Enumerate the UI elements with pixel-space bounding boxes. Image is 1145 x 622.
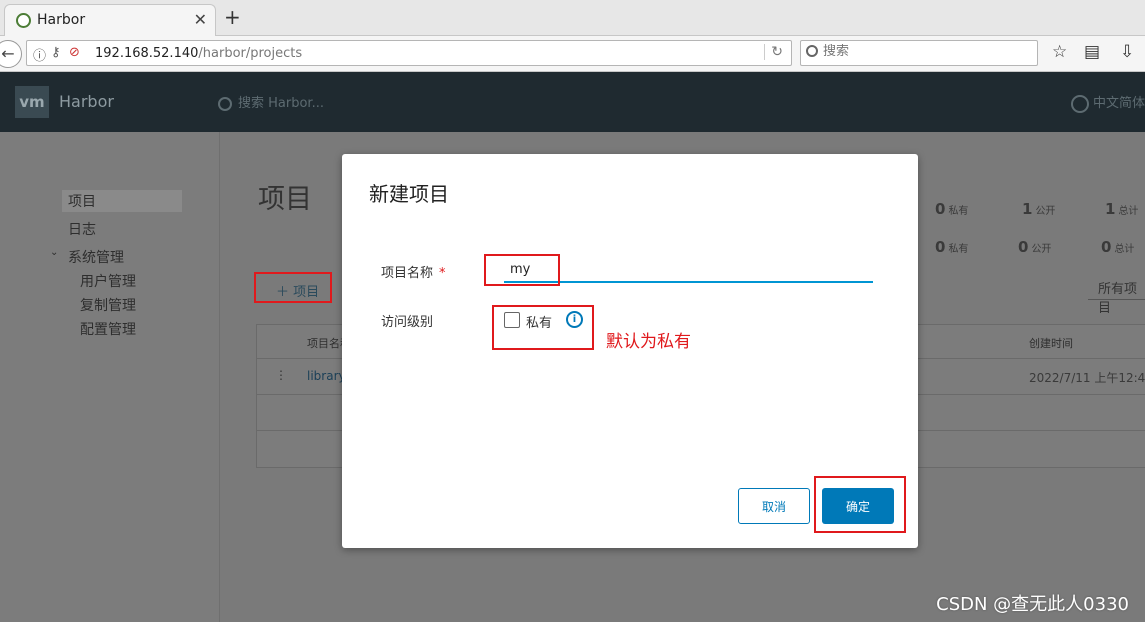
plus-icon: ＋ — [276, 285, 294, 300]
language-label: 中文简体 — [1092, 96, 1145, 111]
stat-label: 公开 — [1035, 206, 1056, 217]
key-icon[interactable]: ⚷ — [51, 45, 61, 60]
stat-total-1: 1 总计 — [1105, 200, 1138, 218]
add-project-button[interactable]: ＋ 项目 — [254, 272, 332, 303]
stat-count: 0 — [1101, 238, 1112, 256]
project-name-link[interactable]: library — [307, 369, 346, 383]
address-bar[interactable]: ⓘ ⚷ ⊘ 192.168.52.140/harbor/projects ↻ — [26, 40, 792, 66]
info-icon[interactable]: ⓘ — [33, 45, 46, 64]
harbor-search[interactable]: 搜索 Harbor... — [218, 92, 324, 111]
browser-tab-bar: Harbor ✕ + — [0, 0, 1145, 36]
sidebar-item-projects[interactable]: 项目 — [62, 190, 182, 212]
new-tab-button[interactable]: + — [224, 5, 241, 29]
column-header-created[interactable]: 创建时间 — [1029, 335, 1073, 351]
stat-public-1: 1 公开 — [1022, 200, 1055, 218]
stat-count: 0 — [935, 200, 946, 218]
sidebar-item-admin[interactable]: 系统管理 — [68, 247, 124, 267]
stat-public-2: 0 公开 — [1018, 238, 1051, 256]
sidebar-item-replication[interactable]: 复制管理 — [80, 295, 136, 315]
cancel-button[interactable]: 取消 — [738, 488, 810, 524]
project-filter-dropdown[interactable]: 所有项目 — [1088, 274, 1145, 316]
downloads-icon[interactable]: ⇩ — [1120, 42, 1134, 62]
required-mark: * — [439, 266, 446, 281]
highlight-access-box — [492, 305, 594, 350]
browser-tab[interactable]: Harbor ✕ — [4, 4, 216, 36]
sidebar: 项目 日志 ⌄ 系统管理 用户管理 复制管理 配置管理 — [0, 132, 220, 622]
stat-label: 私有 — [948, 244, 969, 255]
insecure-lock-icon[interactable]: ⊘ — [69, 45, 80, 60]
browser-search-box[interactable] — [800, 40, 1038, 66]
sidebar-item-config[interactable]: 配置管理 — [80, 319, 136, 339]
stat-label: 私有 — [948, 206, 969, 217]
stat-count: 0 — [935, 238, 946, 256]
stat-label: 公开 — [1031, 244, 1052, 255]
tab-title: Harbor — [37, 12, 86, 28]
url-host: 192.168.52.140 — [95, 46, 199, 61]
globe-icon — [1070, 94, 1089, 113]
stat-private-1: 0 私有 — [935, 200, 968, 218]
dialog-title: 新建项目 — [369, 182, 449, 206]
vmware-logo: vm — [15, 86, 49, 118]
harbor-search-placeholder: 搜索 Harbor... — [238, 96, 324, 111]
stat-count: 0 — [1018, 238, 1029, 256]
highlight-name-box — [484, 254, 560, 286]
browser-nav-bar: ← ⓘ ⚷ ⊘ 192.168.52.140/harbor/projects ↻… — [0, 36, 1145, 72]
page-title: 项目 — [258, 184, 312, 215]
annotation-default-private: 默认为私有 — [606, 332, 691, 352]
back-button[interactable]: ← — [0, 40, 22, 68]
harbor-header: vm Harbor 搜索 Harbor... 中文简体 — [0, 72, 1145, 132]
search-icon — [806, 45, 818, 57]
chevron-down-icon[interactable]: ⌄ — [50, 247, 58, 258]
project-name-label: 项目名称 * — [381, 262, 446, 281]
stat-total-2: 0 总计 — [1101, 238, 1134, 256]
row-menu-icon[interactable]: ⋮ — [275, 368, 287, 382]
url-text[interactable]: 192.168.52.140/harbor/projects — [95, 46, 302, 61]
stat-private-2: 0 私有 — [935, 238, 968, 256]
stat-label: 总计 — [1114, 244, 1135, 255]
project-created-time: 2022/7/11 上午12:4 — [1029, 371, 1145, 385]
project-name-label-text: 项目名称 — [381, 266, 434, 281]
browser-search-input[interactable] — [823, 44, 1023, 59]
reading-list-icon[interactable]: ▤ — [1084, 42, 1100, 62]
new-project-dialog: 新建项目 项目名称* 访问级别 私有 i 默认为私有 取消 确定 — [342, 154, 918, 548]
url-path: /harbor/projects — [198, 46, 303, 61]
language-switcher[interactable]: 中文简体 — [1070, 92, 1145, 113]
highlight-ok-box — [814, 476, 906, 533]
harbor-favicon-icon — [16, 13, 31, 28]
tab-close-icon[interactable]: ✕ — [194, 10, 207, 29]
stat-label: 总计 — [1118, 206, 1139, 217]
reload-icon[interactable]: ↻ — [764, 44, 783, 60]
sidebar-item-users[interactable]: 用户管理 — [80, 271, 136, 291]
sidebar-item-logs[interactable]: 日志 — [68, 219, 96, 239]
search-icon — [218, 96, 232, 111]
csdn-watermark: CSDN @查无此人0330 — [936, 594, 1129, 615]
add-project-label: 项目 — [293, 285, 320, 300]
bookmark-star-icon[interactable]: ☆ — [1052, 42, 1067, 62]
stat-count: 1 — [1022, 200, 1033, 218]
stat-count: 1 — [1105, 200, 1116, 218]
brand-name: Harbor — [59, 92, 114, 111]
access-level-label: 访问级别 — [381, 315, 434, 330]
